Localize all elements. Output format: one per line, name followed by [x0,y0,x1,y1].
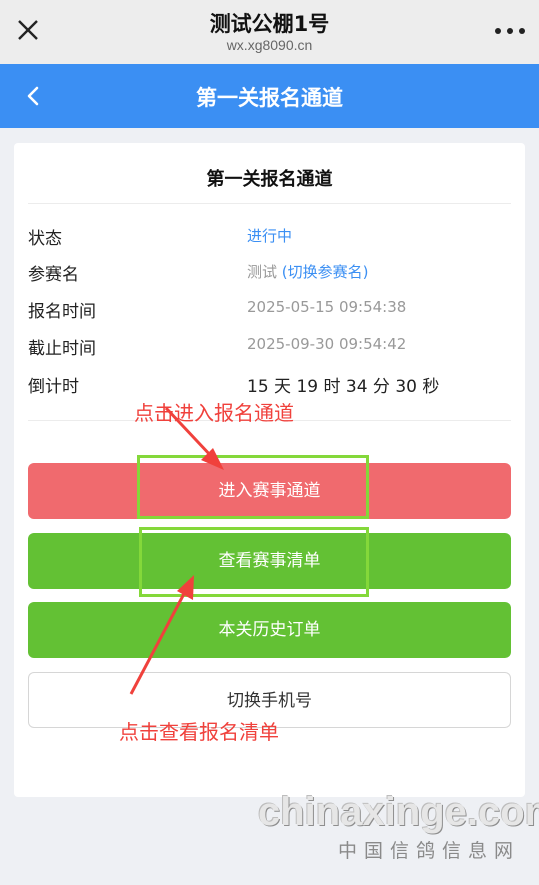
page-navbar: 第一关报名通道 [0,64,539,128]
countdown-label: 倒计时 [28,377,79,397]
annotation-box-list [139,527,369,597]
browser-header: 测试公棚1号 wx.xg8090.cn [0,0,539,64]
entrant-row: 参赛名 测试 (切换参赛名) [28,260,511,286]
history-orders-button[interactable]: 本关历史订单 [28,602,511,658]
status-row: 状态 进行中 [28,224,511,250]
deadline-label: 截止时间 [28,339,96,359]
entrant-name: 测试 [247,263,278,281]
signup-time-value: 2025-05-15 09:54:38 [247,298,407,316]
status-value: 进行中 [247,227,293,245]
page-title: 第一关报名通道 [196,86,343,110]
switch-entrant-link[interactable]: (切换参赛名) [282,263,369,281]
browser-title: 测试公棚1号 [209,12,330,36]
status-label: 状态 [28,229,62,249]
deadline-row: 截止时间 2025-09-30 09:54:42 [28,334,511,360]
annotation-text-enter: 点击进入报名通道 [134,401,294,425]
more-icon[interactable] [495,20,525,42]
countdown-value: 15 天 19 时 34 分 30 秒 [247,377,440,397]
entrant-label: 参赛名 [28,265,79,285]
watermark-logo: chinaxinge.com [258,790,539,834]
more-dot [519,28,525,34]
annotation-text-list: 点击查看报名清单 [119,720,279,744]
countdown-row: 倒计时 15 天 19 时 34 分 30 秒 [28,372,511,398]
deadline-value: 2025-09-30 09:54:42 [247,335,407,353]
browser-url: wx.xg8090.cn [226,37,313,53]
more-dot [495,28,501,34]
divider [28,203,511,204]
entrant-value: 测试 (切换参赛名) [247,261,369,282]
annotation-box-enter [137,455,369,519]
watermark-subtitle: 中国信鸽信息网 [338,840,521,862]
more-dot [507,28,513,34]
card-title: 第一关报名通道 [206,169,333,190]
signup-time-label: 报名时间 [28,302,96,322]
signup-time-row: 报名时间 2025-05-15 09:54:38 [28,297,511,323]
